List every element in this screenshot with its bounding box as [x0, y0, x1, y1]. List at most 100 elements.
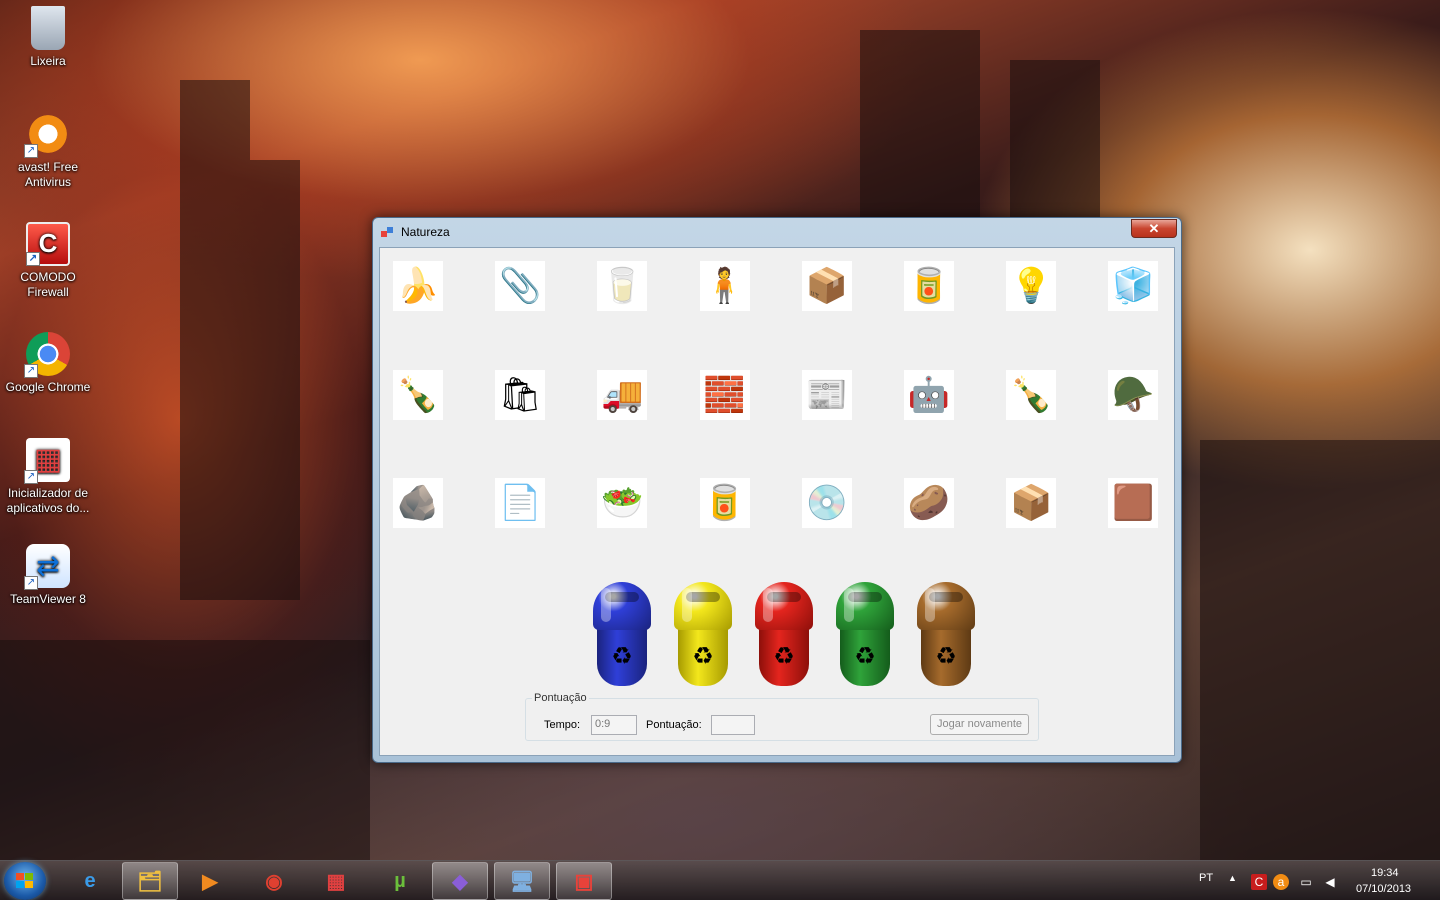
- window-app-icon: [381, 227, 393, 237]
- taskbar-button-media-player-icon[interactable]: ▶: [182, 862, 238, 900]
- show-hidden-icons-button[interactable]: ▲: [1228, 873, 1237, 883]
- shortcut-arrow-icon: ↗: [24, 144, 38, 158]
- desktop-icon-comodo[interactable]: C ↗ COMODO Firewall: [3, 222, 93, 300]
- language-indicator[interactable]: PT: [1199, 872, 1213, 884]
- app-launcher-icon: ▦ ↗: [24, 438, 70, 484]
- waste-item-cd-disc[interactable]: 💿: [801, 478, 852, 528]
- window-client-area: 🍌 📎 🥛 🧍 📦 🥫 💡 🧊 🍾 🛍 🚚 🧱 📰 🤖 🍾 🪖 🪨 📄 🥗 🥫 💿 🥔 📦 🟫 ♻ ♻ ♻ ♻ ♻ Pontuação…: [379, 247, 1175, 756]
- waste-item-soil-compost[interactable]: 🟫: [1108, 478, 1159, 528]
- waste-item-snack-bag[interactable]: 🛍: [495, 369, 546, 420]
- time-field[interactable]: 0:9: [591, 715, 637, 735]
- waste-item-notebook-paper[interactable]: 📄: [495, 478, 546, 528]
- clock-time[interactable]: 19:34: [1371, 867, 1399, 879]
- waste-item-food-scraps[interactable]: 🥗: [597, 478, 648, 528]
- desktop-icon-avast[interactable]: ↗ avast! Free Antivirus: [3, 112, 93, 190]
- wallpaper-building: [1200, 440, 1440, 860]
- taskbar-button-visual-studio-icon[interactable]: ◆: [432, 862, 488, 900]
- desktop-icon-recycle-bin[interactable]: Lixeira: [3, 6, 93, 69]
- window-titlebar[interactable]: Natureza ✕: [373, 218, 1181, 246]
- file-explorer-icon: 🗂: [137, 870, 163, 893]
- waste-item-metal-cans[interactable]: 🥫: [904, 261, 954, 311]
- shortcut-arrow-icon: ↗: [26, 252, 40, 266]
- recycle-symbol-icon: ♻: [692, 643, 714, 670]
- recycle-symbol-icon: ♻: [935, 643, 957, 670]
- recycle-symbol-icon: ♻: [611, 643, 633, 670]
- score-field[interactable]: [711, 715, 755, 735]
- yellow-bin[interactable]: ♻: [674, 582, 732, 686]
- comodo-tray-icon[interactable]: C: [1251, 874, 1267, 890]
- waste-item-pou-character[interactable]: 🥔: [904, 478, 954, 528]
- desktop-icon-teamviewer[interactable]: ⇄ ↗ TeamViewer 8: [3, 544, 93, 607]
- wallpaper-building: [180, 80, 250, 600]
- waste-item-toy-truck[interactable]: 🚚: [597, 369, 648, 420]
- taskbar-button-file-explorer-icon[interactable]: 🗂: [122, 862, 178, 900]
- natureza-window: Natureza ✕ 🍌 📎 🥛 🧍 📦 🥫 💡 🧊 🍾 🛍 🚚 🧱 📰 🤖 🍾 🪖 🪨 📄 🥗 🥫 💿 🥔 📦 🟫 ♻ ♻ ♻ ♻…: [372, 217, 1182, 763]
- comodo-icon: C ↗: [26, 222, 70, 266]
- waste-item-corrugated-cardboard[interactable]: 📦: [1006, 478, 1057, 528]
- clock-date[interactable]: 07/10/2013: [1356, 883, 1411, 895]
- wallpaper-building: [1010, 60, 1100, 220]
- waste-item-crumpled-foil[interactable]: 🪨: [393, 478, 443, 528]
- waste-item-paper-clips[interactable]: 📎: [495, 261, 546, 311]
- waste-item-glass-cup[interactable]: 🥛: [597, 261, 648, 311]
- start-button[interactable]: [4, 862, 46, 900]
- utorrent-icon: µ: [394, 869, 406, 892]
- shortcut-arrow-icon: ↗: [24, 470, 38, 484]
- score-label: Pontuação:: [646, 719, 702, 731]
- window-title: Natureza: [401, 225, 450, 239]
- red-bin[interactable]: ♻: [755, 582, 813, 686]
- remote-desktop-icon: 🖥: [509, 870, 535, 893]
- close-button[interactable]: ✕: [1131, 219, 1177, 238]
- waste-item-cardboard[interactable]: 📦: [801, 261, 852, 311]
- score-groupbox: Pontuação Tempo: 0:9 Pontuação: Jogar no…: [525, 692, 1039, 741]
- waste-item-blue-can[interactable]: 🥫: [699, 478, 750, 528]
- windows-logo-icon: [16, 873, 34, 889]
- taskbar-button-chrome-icon[interactable]: ◉: [246, 862, 302, 900]
- waste-item-lego-bricks[interactable]: 🧱: [699, 369, 750, 420]
- waste-item-robot-toy[interactable]: 🤖: [904, 369, 954, 420]
- waste-item-banana-peel[interactable]: 🍌: [393, 261, 443, 311]
- taskbar-button-remote-desktop-icon[interactable]: 🖥: [494, 862, 550, 900]
- taskbar-button-natureza-app-icon[interactable]: ▣: [556, 862, 612, 900]
- waste-item-green-bottle[interactable]: 🍾: [393, 369, 443, 420]
- desktop-icon-label: Lixeira: [30, 54, 66, 68]
- chrome-icon: ◉: [265, 870, 283, 893]
- recycle-symbol-icon: ♻: [773, 643, 795, 670]
- recycle-symbol-icon: ♻: [854, 643, 876, 670]
- shortcut-arrow-icon: ↗: [24, 576, 38, 590]
- waste-item-plastic-soldiers[interactable]: 🪖: [1108, 369, 1159, 420]
- taskbar-button-utorrent-icon[interactable]: µ: [372, 862, 428, 900]
- desktop-icon-app-launcher[interactable]: ▦ ↗ Inicializador de aplicativos do...: [3, 438, 93, 516]
- taskbar-button-internet-explorer-icon[interactable]: e: [62, 862, 118, 900]
- chrome-icon: ↗: [24, 332, 70, 378]
- time-label: Tempo:: [544, 719, 581, 731]
- waste-item-newspaper[interactable]: 📰: [801, 369, 852, 420]
- score-group-legend: Pontuação: [534, 692, 587, 704]
- shortcut-arrow-icon: ↗: [24, 364, 38, 378]
- desktop-icon-label: avast! Free Antivirus: [17, 160, 79, 189]
- desktop-icon-label: TeamViewer 8: [10, 592, 86, 606]
- taskbar-button-app-launcher-icon[interactable]: ▦: [308, 862, 364, 900]
- network-icon[interactable]: ▭: [1298, 874, 1314, 890]
- brown-bin[interactable]: ♻: [917, 582, 975, 686]
- waste-item-broken-glass[interactable]: 🧊: [1108, 261, 1159, 311]
- avast-tray-icon[interactable]: a: [1273, 874, 1289, 890]
- app-launcher-icon: ▦: [326, 870, 346, 893]
- internet-explorer-icon: e: [84, 869, 96, 892]
- wallpaper-building: [860, 30, 980, 220]
- waste-item-green-mascot[interactable]: 🧍: [699, 261, 750, 311]
- desktop-icon-label: Google Chrome: [5, 380, 91, 394]
- media-player-icon: ▶: [202, 870, 218, 893]
- blue-bin[interactable]: ♻: [593, 582, 651, 686]
- recycle-bin-icon: [31, 6, 65, 50]
- desktop-icon-chrome[interactable]: ↗ Google Chrome: [3, 332, 93, 395]
- play-again-button[interactable]: Jogar novamente: [930, 714, 1029, 735]
- wallpaper-building: [0, 640, 370, 860]
- teamviewer-icon: ⇄ ↗: [24, 544, 70, 590]
- desktop-icon-label: COMODO Firewall: [20, 270, 76, 299]
- volume-icon[interactable]: ◀: [1322, 874, 1338, 890]
- waste-item-green-bottle-2[interactable]: 🍾: [1006, 369, 1057, 420]
- green-bin[interactable]: ♻: [836, 582, 894, 686]
- avast-icon: ↗: [24, 112, 70, 158]
- waste-item-light-bulb[interactable]: 💡: [1006, 261, 1057, 311]
